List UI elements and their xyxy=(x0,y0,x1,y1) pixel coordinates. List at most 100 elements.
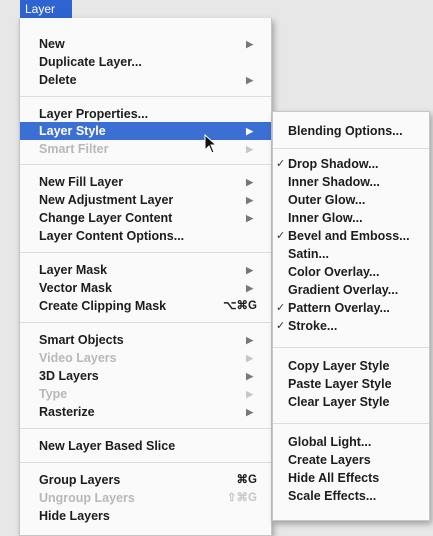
menu-item-hide-layers[interactable]: Hide Layers xyxy=(20,507,271,525)
checkmark-icon: ✓ xyxy=(276,230,286,242)
menu-item-new-layer-based-slice[interactable]: New Layer Based Slice xyxy=(20,437,271,455)
submenu-arrow-icon: ▶ xyxy=(246,389,253,399)
submenu-arrow-icon: ▶ xyxy=(246,39,253,49)
menu-item-layer-mask[interactable]: Layer Mask ▶ xyxy=(20,261,271,279)
keyboard-shortcut: ⌥⌘G xyxy=(223,300,257,312)
submenu-item-label: Create Layers xyxy=(288,453,371,467)
submenu-item-hide-all-effects[interactable]: Hide All Effects xyxy=(273,469,429,487)
submenu-arrow-icon: ▶ xyxy=(246,283,253,293)
submenu-arrow-icon: ▶ xyxy=(246,213,253,223)
menu-item-layer-style[interactable]: Layer Style ▶ xyxy=(20,122,271,140)
submenu-item-inner-glow[interactable]: Inner Glow... xyxy=(273,209,429,227)
menu-separator xyxy=(273,148,429,149)
submenu-item-copy-layer-style[interactable]: Copy Layer Style xyxy=(273,357,429,375)
submenu-arrow-icon: ▶ xyxy=(246,177,253,187)
submenu-item-inner-shadow[interactable]: Inner Shadow... xyxy=(273,173,429,191)
submenu-item-color-overlay[interactable]: Color Overlay... xyxy=(273,263,429,281)
menu-item-smart-objects[interactable]: Smart Objects ▶ xyxy=(20,331,271,349)
menu-item-label: Group Layers xyxy=(39,473,121,487)
layer-menu: New ▶ Duplicate Layer... Delete ▶ Layer … xyxy=(19,18,272,536)
menu-item-3d-layers[interactable]: 3D Layers ▶ xyxy=(20,367,271,385)
submenu-arrow-icon: ▶ xyxy=(246,407,253,417)
menu-item-rasterize[interactable]: Rasterize ▶ xyxy=(20,403,271,421)
menu-item-smart-filter: Smart Filter ▶ xyxy=(20,140,271,158)
submenu-item-label: Bevel and Emboss... xyxy=(288,229,410,243)
submenu-item-label: Scale Effects... xyxy=(288,489,377,503)
submenu-item-label: Drop Shadow... xyxy=(288,157,379,171)
menu-item-delete[interactable]: Delete ▶ xyxy=(20,71,271,89)
menu-item-label: Duplicate Layer... xyxy=(39,55,142,69)
submenu-arrow-icon: ▶ xyxy=(246,126,253,136)
submenu-item-satin[interactable]: Satin... xyxy=(273,245,429,263)
submenu-arrow-icon: ▶ xyxy=(246,353,253,363)
submenu-item-label: Inner Glow... xyxy=(288,211,363,225)
submenu-item-blending-options[interactable]: Blending Options... xyxy=(273,122,429,140)
menu-item-label: Layer Content Options... xyxy=(39,229,185,243)
submenu-item-outer-glow[interactable]: Outer Glow... xyxy=(273,191,429,209)
menu-item-label: Rasterize xyxy=(39,405,95,419)
menu-item-change-layer-content[interactable]: Change Layer Content ▶ xyxy=(20,209,271,227)
submenu-item-label: Paste Layer Style xyxy=(288,377,392,391)
submenu-item-label: Clear Layer Style xyxy=(288,395,390,409)
menu-item-duplicate-layer[interactable]: Duplicate Layer... xyxy=(20,53,271,71)
menu-separator xyxy=(20,96,271,97)
submenu-item-label: Copy Layer Style xyxy=(288,359,390,373)
menu-item-new[interactable]: New ▶ xyxy=(20,35,271,53)
submenu-item-paste-layer-style[interactable]: Paste Layer Style xyxy=(273,375,429,393)
submenu-item-scale-effects[interactable]: Scale Effects... xyxy=(273,487,429,505)
submenu-item-label: Global Light... xyxy=(288,435,372,449)
submenu-arrow-icon: ▶ xyxy=(246,335,253,345)
menu-item-label: New Adjustment Layer xyxy=(39,193,174,207)
submenu-item-drop-shadow[interactable]: ✓ Drop Shadow... xyxy=(273,155,429,173)
submenu-arrow-icon: ▶ xyxy=(246,265,253,275)
submenu-arrow-icon: ▶ xyxy=(246,371,253,381)
submenu-item-clear-layer-style[interactable]: Clear Layer Style xyxy=(273,393,429,411)
menu-item-layer-content-options[interactable]: Layer Content Options... xyxy=(20,227,271,245)
keyboard-shortcut: ⌘G xyxy=(236,474,257,486)
menu-item-label: Hide Layers xyxy=(39,509,110,523)
menu-item-new-adjustment-layer[interactable]: New Adjustment Layer ▶ xyxy=(20,191,271,209)
menu-separator xyxy=(273,423,429,424)
submenu-item-label: Color Overlay... xyxy=(288,265,380,279)
submenu-item-label: Gradient Overlay... xyxy=(288,283,399,297)
layer-menu-title[interactable]: Layer xyxy=(20,0,72,18)
submenu-item-gradient-overlay[interactable]: Gradient Overlay... xyxy=(273,281,429,299)
submenu-arrow-icon: ▶ xyxy=(246,144,253,154)
menu-separator xyxy=(20,252,271,253)
submenu-arrow-icon: ▶ xyxy=(246,195,253,205)
menu-item-label: Layer Properties... xyxy=(39,107,149,121)
menu-item-label: Create Clipping Mask xyxy=(39,299,167,313)
menu-item-label: Ungroup Layers xyxy=(39,491,135,505)
submenu-item-label: Blending Options... xyxy=(288,124,403,138)
menu-item-label: Video Layers xyxy=(39,351,117,365)
layer-style-submenu: Blending Options... ✓ Drop Shadow... Inn… xyxy=(272,111,430,521)
menu-item-new-fill-layer[interactable]: New Fill Layer ▶ xyxy=(20,173,271,191)
menu-item-label: Vector Mask xyxy=(39,281,112,295)
submenu-item-pattern-overlay[interactable]: ✓ Pattern Overlay... xyxy=(273,299,429,317)
menu-item-layer-properties[interactable]: Layer Properties... xyxy=(20,105,271,123)
menu-item-label: Smart Filter xyxy=(39,142,109,156)
menu-item-label: Change Layer Content xyxy=(39,211,173,225)
menu-item-label: New Fill Layer xyxy=(39,175,124,189)
submenu-item-global-light[interactable]: Global Light... xyxy=(273,433,429,451)
menu-item-label: New Layer Based Slice xyxy=(39,439,176,453)
menu-separator xyxy=(20,428,271,429)
submenu-item-label: Inner Shadow... xyxy=(288,175,380,189)
menu-separator xyxy=(20,322,271,323)
submenu-item-bevel-and-emboss[interactable]: ✓ Bevel and Emboss... xyxy=(273,227,429,245)
menu-item-ungroup-layers: Ungroup Layers ⇧⌘G xyxy=(20,489,271,507)
menu-item-vector-mask[interactable]: Vector Mask ▶ xyxy=(20,279,271,297)
submenu-item-create-layers[interactable]: Create Layers xyxy=(273,451,429,469)
menu-separator xyxy=(273,347,429,348)
checkmark-icon: ✓ xyxy=(276,320,286,332)
menu-item-group-layers[interactable]: Group Layers ⌘G xyxy=(20,471,271,489)
keyboard-shortcut: ⇧⌘G xyxy=(226,492,257,504)
menu-item-video-layers: Video Layers ▶ xyxy=(20,349,271,367)
submenu-item-stroke[interactable]: ✓ Stroke... xyxy=(273,317,429,335)
menu-item-label: Type xyxy=(39,387,68,401)
menu-item-label: 3D Layers xyxy=(39,369,99,383)
submenu-item-label: Hide All Effects xyxy=(288,471,380,485)
submenu-arrow-icon: ▶ xyxy=(246,75,253,85)
menu-item-create-clipping-mask[interactable]: Create Clipping Mask ⌥⌘G xyxy=(20,297,271,315)
menu-separator xyxy=(20,462,271,463)
